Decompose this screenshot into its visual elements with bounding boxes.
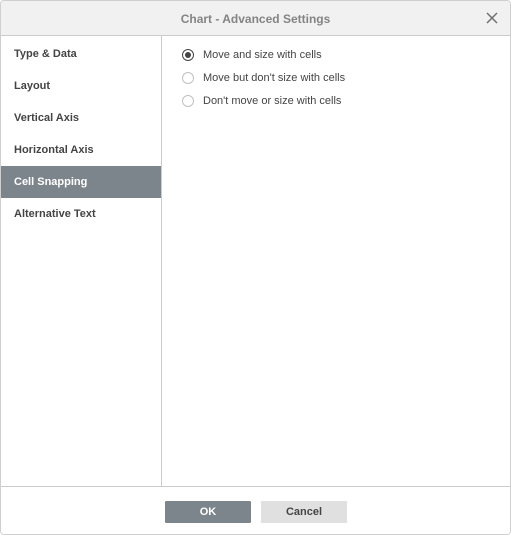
- sidebar-item-type-data[interactable]: Type & Data: [1, 38, 161, 70]
- ok-button[interactable]: OK: [165, 501, 251, 523]
- cancel-button[interactable]: Cancel: [261, 501, 347, 523]
- sidebar-item-vertical-axis[interactable]: Vertical Axis: [1, 102, 161, 134]
- radio-button[interactable]: [182, 72, 194, 84]
- radio-label: Move and size with cells: [203, 49, 322, 61]
- settings-sidebar: Type & Data Layout Vertical Axis Horizon…: [1, 36, 162, 486]
- radio-label: Move but don't size with cells: [203, 72, 346, 84]
- sidebar-item-horizontal-axis[interactable]: Horizontal Axis: [1, 134, 161, 166]
- dialog-title: Chart - Advanced Settings: [180, 12, 331, 26]
- advanced-settings-dialog: Chart - Advanced Settings Type & Data La…: [0, 0, 511, 535]
- sidebar-item-alternative-text[interactable]: Alternative Text: [1, 198, 161, 230]
- radio-option-no-move-no-size[interactable]: Don't move or size with cells: [182, 93, 341, 109]
- radio-button[interactable]: [182, 95, 194, 107]
- sidebar-item-layout[interactable]: Layout: [1, 70, 161, 102]
- radio-button-checked[interactable]: [182, 49, 194, 61]
- cell-snapping-panel: Move and size with cells Move but don't …: [162, 36, 510, 486]
- radio-option-move-no-size[interactable]: Move but don't size with cells: [182, 70, 345, 86]
- dialog-header[interactable]: Chart - Advanced Settings: [1, 1, 510, 36]
- close-icon[interactable]: [484, 10, 500, 26]
- sidebar-item-cell-snapping[interactable]: Cell Snapping: [1, 166, 161, 198]
- dialog-footer: OK Cancel: [1, 486, 510, 534]
- radio-label: Don't move or size with cells: [203, 95, 342, 107]
- radio-option-move-and-size[interactable]: Move and size with cells: [182, 47, 322, 63]
